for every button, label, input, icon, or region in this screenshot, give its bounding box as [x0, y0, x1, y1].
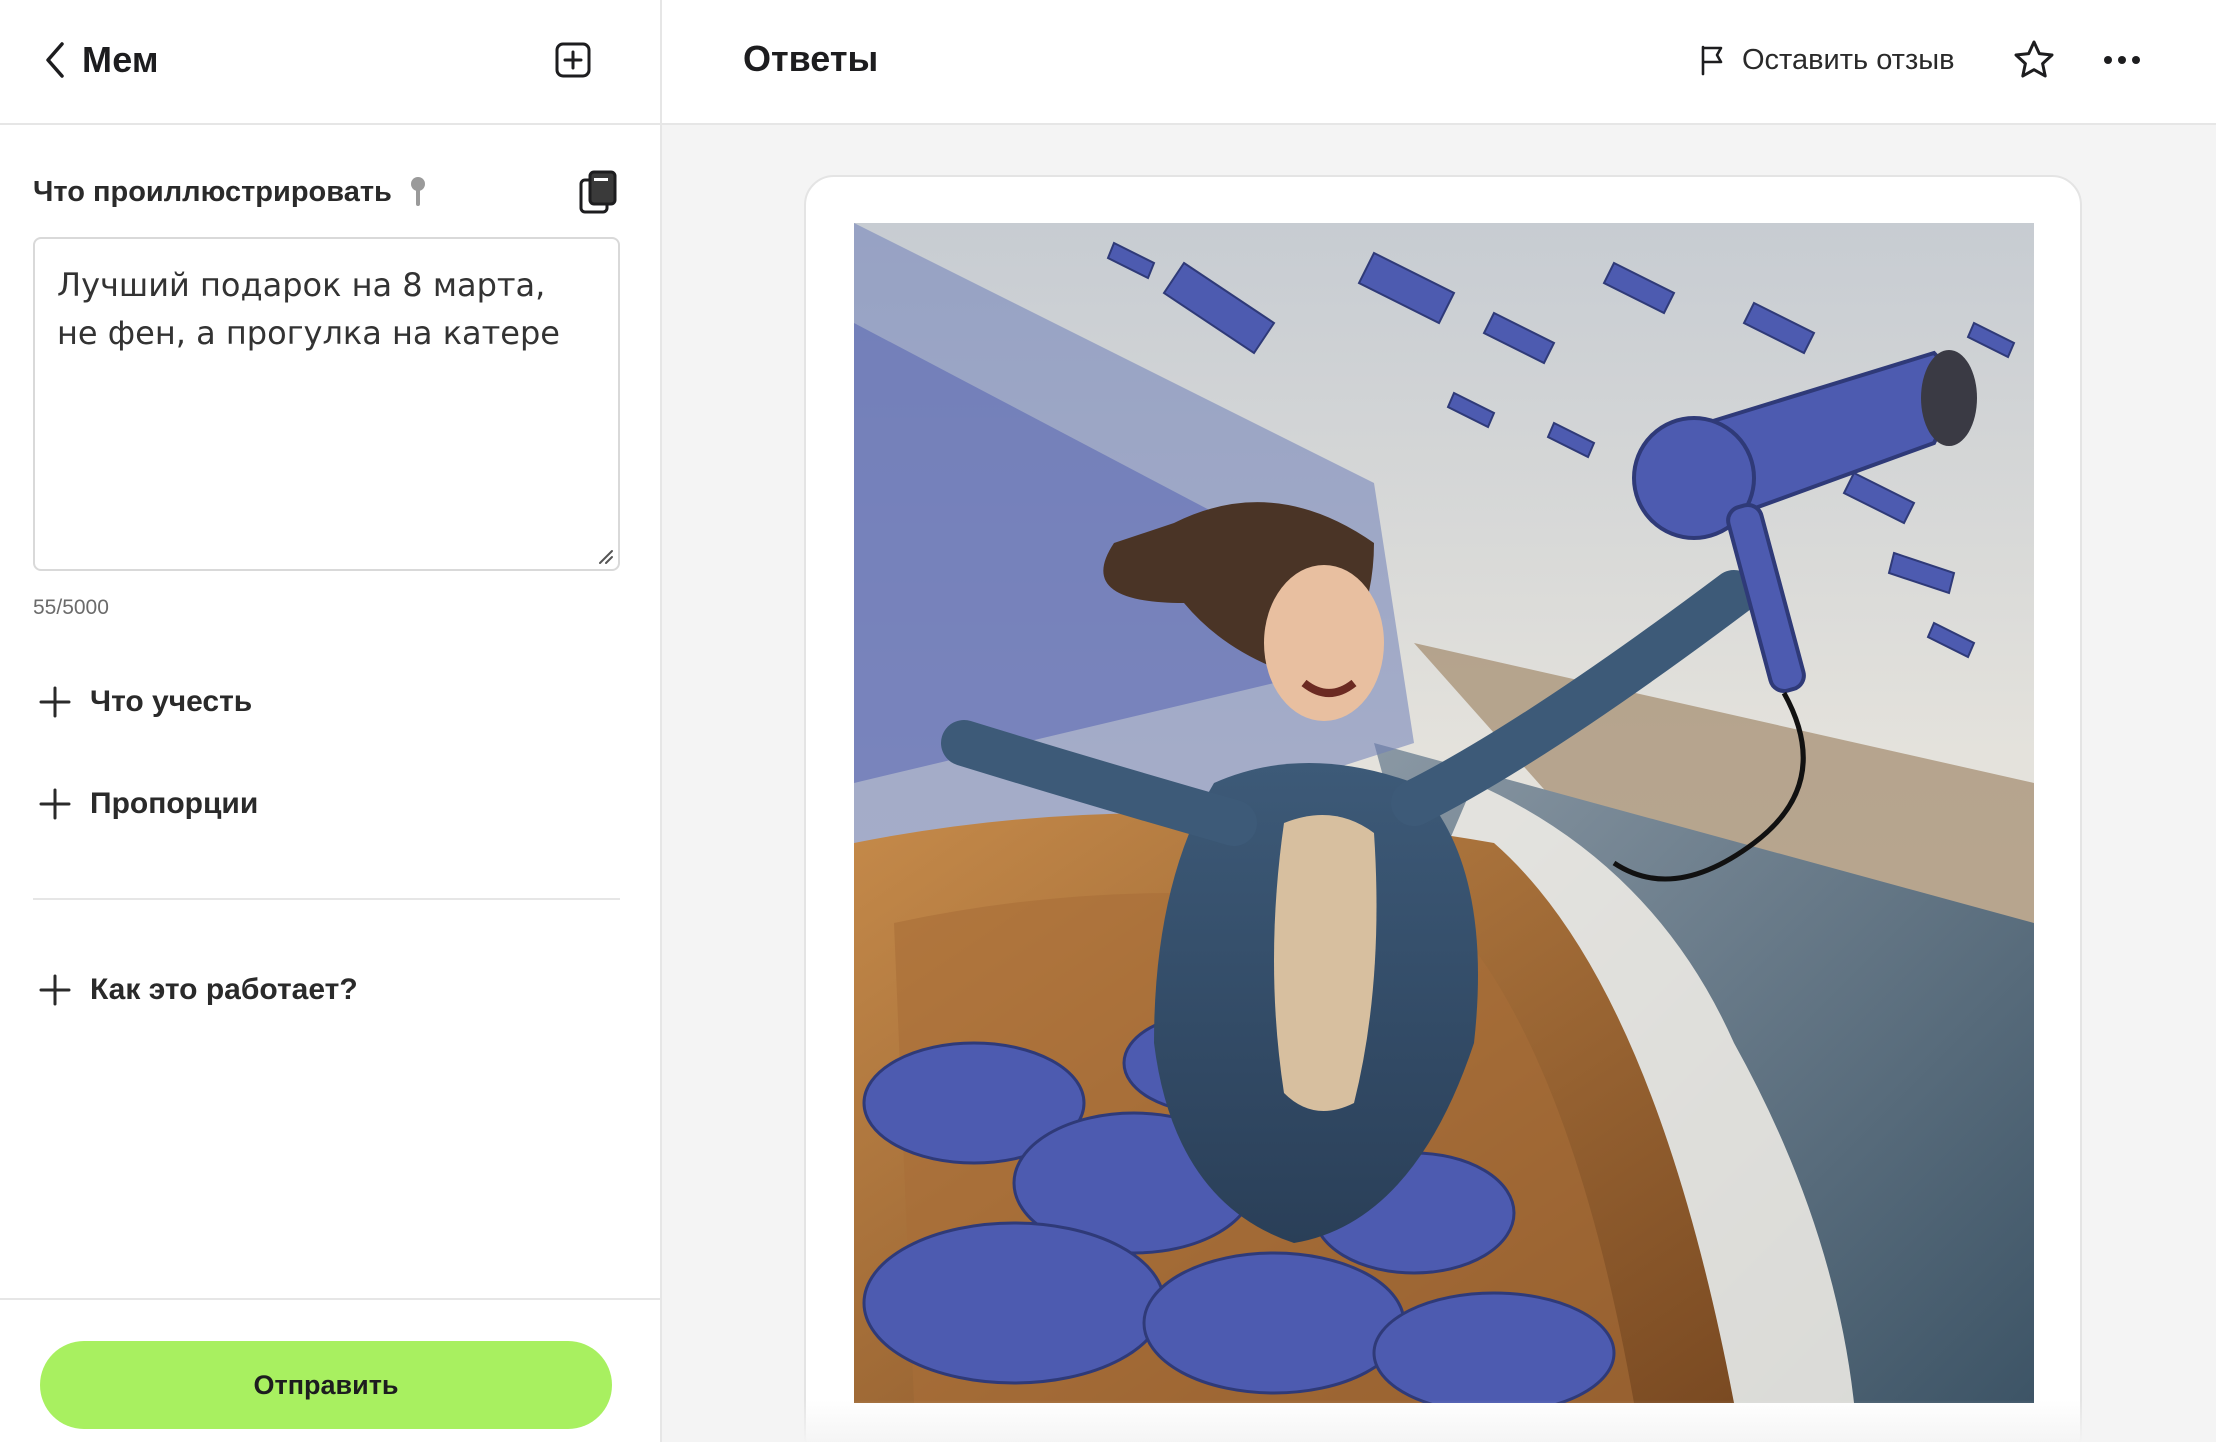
generated-image-art	[854, 223, 2034, 1403]
prompt-text: Лучший подарок на 8 марта, не фен, а про…	[57, 266, 560, 352]
star-icon[interactable]	[2012, 38, 2056, 82]
resize-grip-icon[interactable]	[596, 547, 614, 565]
expander-label: Пропорции	[90, 787, 259, 820]
right-header: Ответы Оставить отзыв	[662, 0, 2216, 125]
prompt-textarea[interactable]: Лучший подарок на 8 марта, не фен, а про…	[33, 237, 620, 571]
field-label: Что проиллюстрировать	[33, 176, 392, 208]
copy-icon[interactable]	[577, 168, 619, 216]
chevron-left-icon	[46, 42, 64, 78]
answers-title: Ответы	[743, 38, 879, 79]
submit-button[interactable]: Отправить	[40, 1341, 612, 1429]
left-footer: Отправить	[0, 1298, 660, 1442]
expander-how-it-works[interactable]: Как это работает?	[38, 965, 358, 1015]
generated-image[interactable]	[854, 223, 2034, 1403]
divider	[33, 898, 620, 900]
page-title: Мем	[82, 39, 159, 80]
feedback-button[interactable]: Оставить отзыв	[1698, 40, 1955, 80]
left-header: Мем	[0, 0, 660, 125]
plus-square-icon[interactable]	[553, 40, 593, 80]
field-label-row: Что проиллюстрировать	[33, 168, 618, 216]
back-button[interactable]: Мем	[42, 34, 159, 86]
feedback-label: Оставить отзыв	[1742, 43, 1955, 76]
expander-proportions[interactable]: Пропорции	[38, 779, 258, 829]
expander-label: Что учесть	[90, 685, 253, 718]
plus-icon	[39, 686, 71, 718]
plus-icon	[39, 974, 71, 1006]
more-icon[interactable]	[2102, 46, 2142, 74]
character-counter: 55/5000	[33, 596, 109, 619]
expander-notes[interactable]: Что учесть	[38, 677, 252, 727]
pin-icon	[411, 177, 425, 206]
left-panel: Мем Что проиллюстрировать Лучший подарок…	[0, 0, 662, 1442]
flag-icon	[1701, 45, 1723, 76]
bottom-fade	[662, 1400, 2216, 1442]
expander-label: Как это работает?	[90, 973, 358, 1006]
plus-icon	[39, 788, 71, 820]
